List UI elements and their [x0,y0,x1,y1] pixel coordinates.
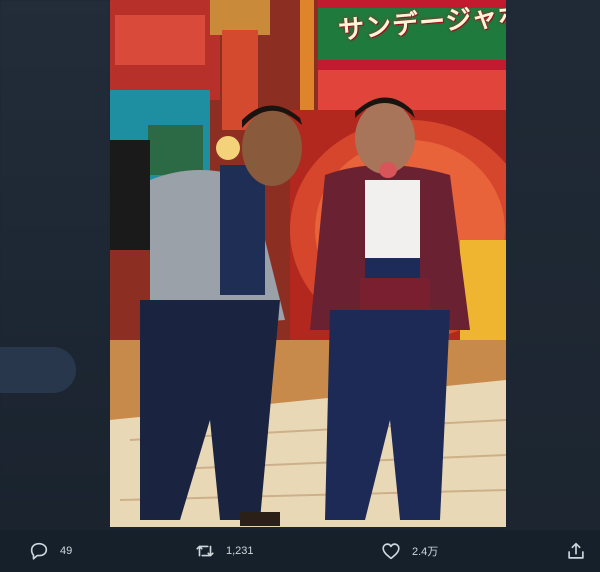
blurred-pill-button [0,347,76,393]
retweet-count: 1,231 [226,545,254,557]
tweet-photo[interactable]: サンデージャポ [110,0,506,527]
retweet-button[interactable]: 1,231 [194,538,254,564]
photo-scene [110,0,506,527]
reply-button[interactable]: 49 [28,538,72,564]
share-icon [568,542,584,559]
tweet-action-bar: 49 1,231 2.4万 [0,530,600,572]
like-count: 2.4万 [412,546,439,558]
like-button[interactable]: 2.4万 [380,538,438,564]
retweet-icon [196,545,214,557]
share-button[interactable] [565,538,587,564]
reply-icon [30,542,48,560]
like-icon [382,543,400,560]
blurred-left-panel [0,0,110,530]
blurred-right-panel [506,0,600,530]
reply-count: 49 [60,545,73,557]
